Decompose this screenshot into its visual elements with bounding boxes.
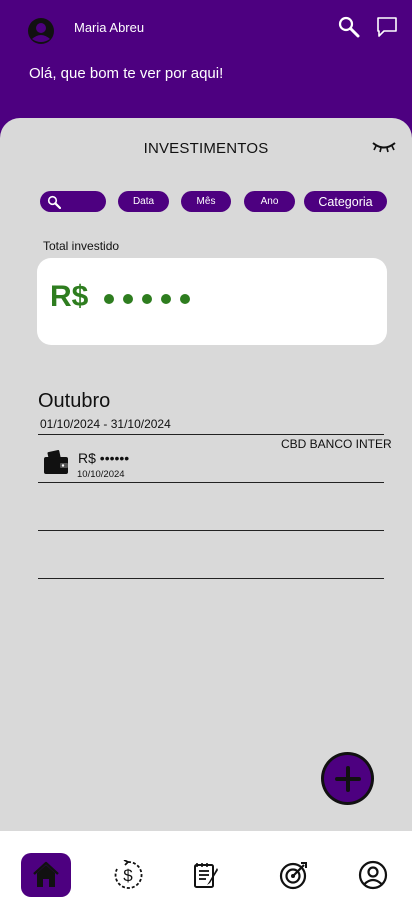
month-range: 01/10/2024 - 31/10/2024	[40, 417, 171, 431]
nav-profile[interactable]	[348, 853, 398, 897]
search-icon[interactable]	[338, 16, 360, 38]
plus-icon	[334, 765, 361, 792]
home-icon	[33, 861, 59, 887]
divider	[38, 578, 384, 579]
total-label: Total investido	[43, 239, 120, 253]
investments-panel: INVESTIMENTOS Data Mês Ano Categoria Tot…	[0, 118, 412, 831]
nav-notes[interactable]	[181, 853, 231, 897]
transaction-date: 10/10/2024	[77, 469, 125, 480]
filter-categoria-button[interactable]: Categoria	[304, 191, 387, 212]
divider	[38, 434, 384, 435]
transaction-amount: R$ ••••••	[78, 450, 130, 466]
divider	[38, 530, 384, 531]
money-cycle-icon: $	[114, 860, 143, 889]
hidden-amount-dots	[104, 294, 190, 304]
total-card: R$	[37, 258, 387, 345]
filter-bar: Data Mês Ano Categoria	[0, 191, 412, 213]
profile-icon	[358, 860, 388, 890]
page-title: INVESTIMENTOS	[143, 140, 269, 157]
wallet-icon	[44, 450, 68, 474]
filter-data-button[interactable]: Data	[118, 191, 169, 212]
svg-text:$: $	[123, 866, 133, 885]
chat-icon[interactable]	[376, 16, 398, 38]
month-title: Outubro	[38, 390, 111, 412]
target-icon	[279, 862, 307, 890]
total-currency: R$	[50, 280, 89, 313]
add-button-inner	[324, 755, 371, 802]
greeting-text: Olá, que bom te ver por aqui!	[29, 65, 224, 82]
hide-values-eye-icon[interactable]	[372, 140, 396, 154]
add-investment-button[interactable]	[321, 752, 374, 805]
divider	[38, 482, 384, 483]
user-name: Maria Abreu	[74, 20, 145, 35]
search-icon	[47, 195, 61, 209]
notes-icon	[194, 863, 218, 888]
filter-search-button[interactable]	[40, 191, 106, 212]
nav-goals[interactable]	[269, 853, 319, 897]
bottom-nav: $	[0, 831, 412, 917]
filter-ano-button[interactable]: Ano	[244, 191, 295, 212]
transaction-tags: CBD BANCO INTER	[281, 437, 392, 451]
avatar-icon[interactable]	[27, 17, 55, 45]
nav-home[interactable]	[21, 853, 71, 897]
filter-mes-button[interactable]: Mês	[181, 191, 231, 212]
nav-finances[interactable]: $	[103, 853, 153, 897]
